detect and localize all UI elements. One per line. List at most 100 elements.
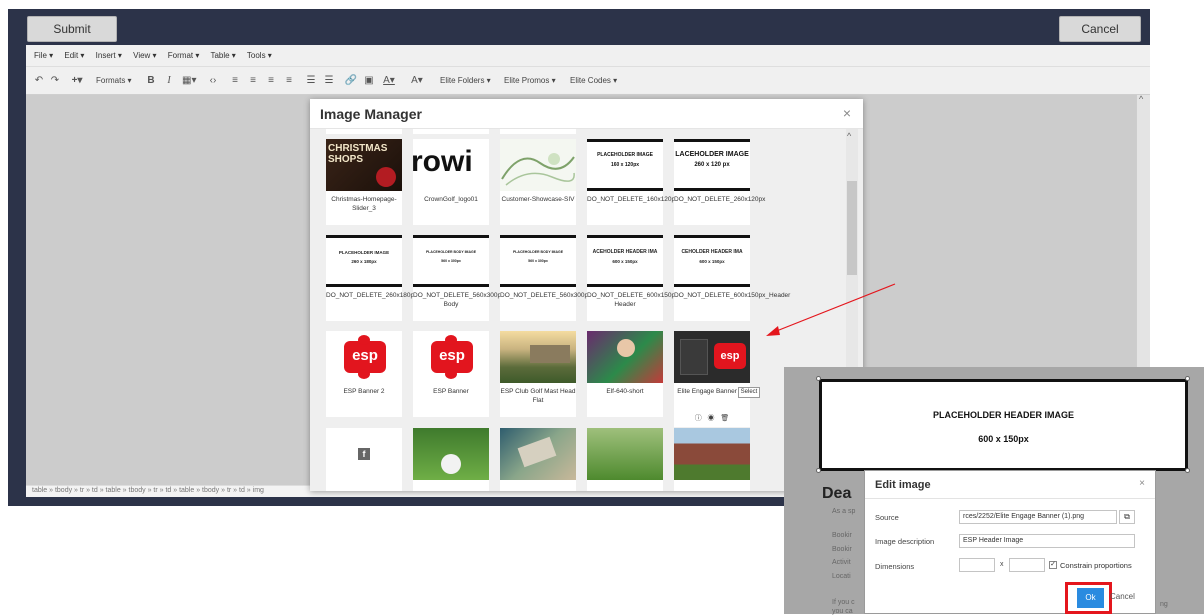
- image-tile[interactable]: CEHOLDER HEADER IMA 600 x 150px DO_NOT_D…: [674, 235, 790, 321]
- scroll-up-icon[interactable]: ^: [1139, 94, 1143, 104]
- selected-placeholder-image[interactable]: PLACEHOLDER HEADER IMAGE 600 x 150px: [819, 379, 1188, 471]
- delete-icon[interactable]: 🗑: [720, 415, 729, 422]
- background-text: ng: [1160, 601, 1168, 608]
- insert-plus-icon[interactable]: +▾: [70, 74, 84, 88]
- image-tile[interactable]: f: [326, 428, 402, 491]
- image-tile[interactable]: Elf-640-short: [587, 331, 663, 417]
- image-thumbnail: PLACEHOLDER IMAGE 160 x 120px: [587, 139, 663, 191]
- view-icon[interactable]: ◉: [708, 415, 715, 422]
- image-thumbnail: [500, 331, 576, 383]
- numbered-list-icon[interactable]: ☰: [322, 74, 336, 88]
- scroll-up-icon[interactable]: ^: [847, 131, 851, 141]
- image-thumbnail: ACEHOLDER HEADER IMA 600 x 150px: [587, 235, 663, 287]
- image-tile[interactable]: CHRISTMAS SHOPS Christmas-Homepage-Slide…: [326, 139, 402, 225]
- browse-icon[interactable]: ⧉: [1119, 510, 1135, 524]
- resize-handle[interactable]: [1185, 376, 1190, 381]
- info-icon[interactable]: ⓘ: [695, 415, 702, 422]
- thumbnail-text: CHRISTMAS SHOPS: [328, 143, 388, 165]
- resize-handle[interactable]: [1185, 468, 1190, 473]
- align-left-icon[interactable]: ≡: [228, 74, 242, 88]
- image-caption: DO_NOT_DELETE_600x150px Header: [587, 292, 679, 308]
- link-icon[interactable]: 🔗: [344, 74, 358, 88]
- thumbnail-text: 260 x 180px: [351, 259, 377, 264]
- elite-folders-dropdown[interactable]: Elite Folders ▾: [440, 74, 491, 88]
- image-tile[interactable]: PLACEHOLDER BODY IMAGE 560 x 300px DO_NO…: [413, 235, 504, 321]
- undo-icon[interactable]: ↶: [32, 74, 46, 88]
- thumbnail-text: 160 x 120px: [610, 162, 640, 168]
- esp-logo: esp: [431, 335, 473, 379]
- image-tile[interactable]: PLACEHOLDER BODY IMAGE 560 x 300px DO_NO…: [500, 235, 610, 321]
- menu-tools[interactable]: Tools ▾: [247, 51, 272, 60]
- close-icon[interactable]: ×: [1139, 478, 1145, 489]
- menu-table[interactable]: Table ▾: [210, 51, 235, 60]
- image-tile[interactable]: PLACEHOLDER IMAGE 260 x 180px DO_NOT_DEL…: [326, 235, 418, 321]
- menu-insert[interactable]: Insert ▾: [96, 51, 122, 60]
- submit-button[interactable]: Submit: [27, 16, 117, 42]
- facebook-icon: f: [358, 448, 370, 460]
- resize-handle[interactable]: [816, 376, 821, 381]
- image-thumbnail: [674, 428, 750, 480]
- image-thumbnail: [500, 139, 576, 191]
- image-tile[interactable]: esp ESP Banner: [413, 331, 489, 417]
- description-input[interactable]: ESP Header Image: [959, 534, 1135, 548]
- image-tile[interactable]: [587, 428, 663, 491]
- thumbnail-text: PLACEHOLDER BODY IMAGE: [425, 250, 477, 254]
- background-text: Bookir: [832, 546, 852, 553]
- align-right-icon[interactable]: ≡: [264, 74, 278, 88]
- menu-view[interactable]: View ▾: [133, 51, 156, 60]
- image-thumbnail: CHRISTMAS SHOPS: [326, 139, 402, 191]
- scrollbar-thumb[interactable]: [847, 181, 857, 275]
- image-tile[interactable]: [674, 428, 750, 491]
- image-tile-selected[interactable]: esp Elite Engage Banner (1) Select ⓘ ◉ 🗑: [674, 331, 760, 427]
- image-tile[interactable]: [413, 428, 489, 491]
- dialog-cancel-button[interactable]: Cancel: [1110, 592, 1135, 601]
- menu-format[interactable]: Format ▾: [168, 51, 200, 60]
- elite-promos-dropdown[interactable]: Elite Promos ▾: [504, 74, 556, 88]
- background-text: Activit: [832, 559, 851, 566]
- image-tile[interactable]: rowi CrownGolf_logo01: [413, 139, 489, 225]
- italic-icon[interactable]: I: [162, 74, 176, 88]
- image-tile[interactable]: [500, 428, 576, 491]
- constrain-proportions-checkbox[interactable]: ✓: [1049, 561, 1057, 569]
- bullet-list-icon[interactable]: ☰: [304, 74, 318, 88]
- background-text: Locati: [832, 573, 851, 580]
- background-text: As a sp: [832, 508, 856, 515]
- align-center-icon[interactable]: ≡: [246, 74, 260, 88]
- image-thumbnail: [587, 428, 663, 480]
- image-caption: ESP Banner 2: [343, 388, 385, 395]
- esp-logo: esp: [344, 335, 386, 379]
- source-input[interactable]: rces/2252/Elite Engage Banner (1).png: [959, 510, 1117, 524]
- background-color-icon[interactable]: A▾: [410, 74, 424, 88]
- bold-icon[interactable]: B: [144, 74, 158, 88]
- thumbnail-text: CEHOLDER HEADER IMA: [681, 249, 743, 255]
- justify-icon[interactable]: ≡: [282, 74, 296, 88]
- elite-codes-dropdown[interactable]: Elite Codes ▾: [570, 74, 617, 88]
- image-tile[interactable]: ACEHOLDER HEADER IMA 600 x 150px DO_NOT_…: [587, 235, 679, 321]
- image-tile[interactable]: ESP Club Golf Mast Head Flat: [500, 331, 576, 417]
- image-tile[interactable]: PLACEHOLDER IMAGE 160 x 120px DO_NOT_DEL…: [587, 139, 678, 225]
- image-tile[interactable]: LACEHOLDER IMAGE 260 x 120 px DO_NOT_DEL…: [674, 139, 765, 225]
- image-manager-modal: Image Manager × CHRISTMAS SHOPS Christma…: [310, 99, 863, 491]
- cancel-button[interactable]: Cancel: [1059, 16, 1141, 42]
- divider: [865, 498, 1155, 499]
- resize-handle[interactable]: [816, 468, 821, 473]
- height-input[interactable]: [1009, 558, 1045, 572]
- text-color-icon[interactable]: A▾: [382, 74, 396, 88]
- image-icon[interactable]: ▣: [362, 74, 376, 88]
- menu-file[interactable]: File ▾: [34, 51, 53, 60]
- close-icon[interactable]: ×: [843, 105, 851, 121]
- image-caption: DO_NOT_DELETE_260x180px: [326, 292, 418, 299]
- redo-icon[interactable]: ↷: [48, 74, 62, 88]
- image-thumbnail: esp: [674, 331, 750, 383]
- formats-dropdown[interactable]: Formats ▾: [96, 74, 132, 88]
- thumbnail-text: PLACEHOLDER IMAGE: [597, 152, 653, 158]
- table-icon[interactable]: ▦▾: [182, 74, 196, 88]
- code-icon[interactable]: ‹›: [206, 74, 220, 88]
- image-tile[interactable]: esp ESP Banner 2: [326, 331, 402, 417]
- menu-edit[interactable]: Edit ▾: [64, 51, 84, 60]
- image-tile[interactable]: Customer-Showcase-SIV: [500, 139, 576, 225]
- image-thumbnail: [587, 331, 663, 383]
- sketch-graphic: [501, 153, 575, 186]
- image-thumbnail: f: [326, 428, 402, 480]
- width-input[interactable]: [959, 558, 995, 572]
